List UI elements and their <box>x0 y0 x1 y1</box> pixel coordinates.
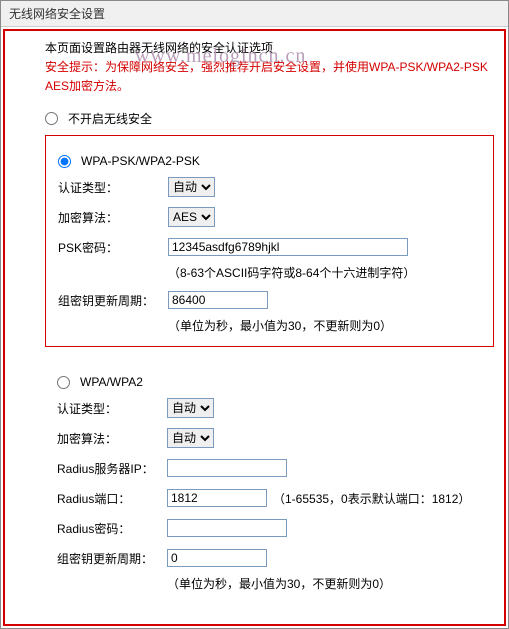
input-radius-ip[interactable] <box>167 459 287 477</box>
select-wpapsk-enc[interactable]: AES <box>168 207 215 227</box>
hint-wpapsk-gk: （单位为秒，最小值为30，不更新则为0） <box>168 317 481 334</box>
row-radius-ip: Radius服务器IP： <box>57 457 482 479</box>
label-wpapsk-enc: 加密算法： <box>58 209 168 226</box>
row-wpapsk-gk: 组密钥更新周期： <box>58 289 481 311</box>
input-radius-port[interactable] <box>167 489 267 507</box>
label-radius-port: Radius端口： <box>57 490 167 507</box>
row-wpa-enc: 加密算法： 自动 <box>57 427 482 449</box>
window-title: 无线网络安全设置 <box>1 1 508 27</box>
label-wpapsk-gk: 组密钥更新周期： <box>58 292 168 309</box>
label-wpa-gk: 组密钥更新周期： <box>57 550 167 567</box>
input-radius-pw[interactable] <box>167 519 287 537</box>
hint-wpapsk-psk: （8-63个ASCII码字符或8-64个十六进制字符） <box>168 264 481 281</box>
row-radius-port: Radius端口： （1-65535，0表示默认端口：1812） <box>57 487 482 509</box>
radio-wpapsk-label: WPA-PSK/WPA2-PSK <box>81 154 200 168</box>
radio-none[interactable] <box>45 112 58 125</box>
select-wpa-auth[interactable]: 自动 <box>167 398 214 418</box>
section-wpa: WPA/WPA2 认证类型： 自动 加密算法： 自动 <box>45 361 494 602</box>
select-wpa-enc[interactable]: 自动 <box>167 428 214 448</box>
hint-wpa-gk: （单位为秒，最小值为30，不更新则为0） <box>167 575 482 592</box>
radio-none-label: 不开启无线安全 <box>68 110 152 127</box>
radio-wpa[interactable] <box>57 376 70 389</box>
radio-wpapsk[interactable] <box>58 155 71 168</box>
row-wpapsk-enc: 加密算法： AES <box>58 206 481 228</box>
row-wpa-gk: 组密钥更新周期： <box>57 547 482 569</box>
row-radius-pw: Radius密码： <box>57 517 482 539</box>
label-wpapsk-psk: PSK密码： <box>58 239 168 256</box>
radio-row-none: 不开启无线安全 <box>45 110 494 127</box>
radio-wpa-label: WPA/WPA2 <box>80 375 143 389</box>
label-radius-pw: Radius密码： <box>57 520 167 537</box>
content-panel: www.melogincn.cn 本页面设置路由器无线网络的安全认证选项 安全提… <box>3 29 506 626</box>
settings-window: 无线网络安全设置 www.melogincn.cn 本页面设置路由器无线网络的安… <box>0 0 509 629</box>
section-wpapsk: WPA-PSK/WPA2-PSK 认证类型： 自动 加密算法： AES <box>45 135 494 347</box>
radio-row-wpa: WPA/WPA2 <box>57 375 482 389</box>
row-wpapsk-psk: PSK密码： <box>58 236 481 258</box>
intro-text: 本页面设置路由器无线网络的安全认证选项 <box>45 39 494 56</box>
input-wpapsk-psk[interactable] <box>168 238 408 256</box>
label-wpa-enc: 加密算法： <box>57 430 167 447</box>
label-wpapsk-auth: 认证类型： <box>58 179 168 196</box>
hint-radius-port: （1-65535，0表示默认端口：1812） <box>273 490 470 507</box>
select-wpapsk-auth[interactable]: 自动 <box>168 177 215 197</box>
row-wpa-auth: 认证类型： 自动 <box>57 397 482 419</box>
label-wpa-auth: 认证类型： <box>57 400 167 417</box>
security-warning: 安全提示：为保障网络安全，强烈推荐开启安全设置，并使用WPA-PSK/WPA2-… <box>45 58 494 96</box>
radio-row-wpapsk: WPA-PSK/WPA2-PSK <box>58 154 481 168</box>
row-wpapsk-auth: 认证类型： 自动 <box>58 176 481 198</box>
label-radius-ip: Radius服务器IP： <box>57 460 167 477</box>
input-wpa-gk[interactable] <box>167 549 267 567</box>
input-wpapsk-gk[interactable] <box>168 291 268 309</box>
